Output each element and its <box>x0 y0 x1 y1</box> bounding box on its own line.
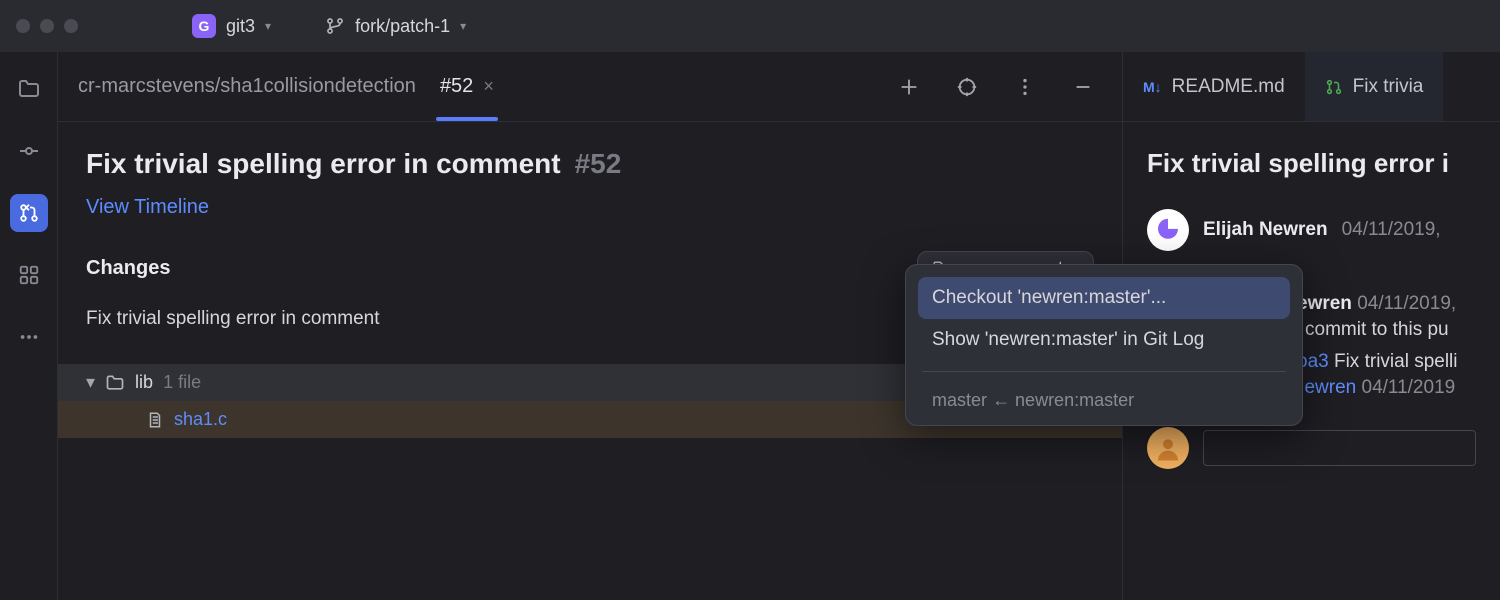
comment-input[interactable] <box>1203 430 1476 466</box>
zoom-dot[interactable] <box>64 19 78 33</box>
commit-line: commit to this pu <box>1305 319 1476 341</box>
branch-selector[interactable]: fork/patch-1 ▾ <box>315 10 476 43</box>
file-name: sha1.c <box>174 409 227 430</box>
pr-number: #52 <box>575 148 622 180</box>
view-timeline-link[interactable]: View Timeline <box>86 196 209 219</box>
markdown-icon: M↓ <box>1143 79 1162 95</box>
author-date: 04/11/2019, <box>1342 219 1441 241</box>
pr-title: Fix trivial spelling error in comment <box>86 148 561 180</box>
rail-commit[interactable] <box>10 132 48 170</box>
plus-icon[interactable] <box>890 76 928 98</box>
right-pr-title: Fix trivial spelling error i <box>1147 148 1476 179</box>
rail-pull-requests[interactable] <box>10 194 48 232</box>
commit-msg-partial: Fix trivial spelli <box>1334 351 1458 372</box>
avatar <box>1147 427 1189 469</box>
kebab-icon[interactable] <box>1006 76 1044 98</box>
close-dot[interactable] <box>16 19 30 33</box>
menu-divider <box>922 371 1286 372</box>
menu-footer: master → newren:master <box>918 382 1290 413</box>
project-selector[interactable]: G git3 ▾ <box>182 8 281 44</box>
author-name-partial: ewren <box>1297 293 1352 314</box>
chevron-down-icon: ▾ <box>265 19 271 33</box>
breadcrumb[interactable]: cr-marcstevens/sha1collisiondetection <box>78 75 416 98</box>
chevron-down-icon: ▾ <box>460 19 466 33</box>
target-icon[interactable] <box>948 76 986 98</box>
folder-name: lib <box>135 372 153 393</box>
avatar <box>1147 209 1189 251</box>
file-icon <box>146 411 164 429</box>
folder-icon <box>105 373 125 393</box>
tab-label: #52 <box>440 75 473 98</box>
tab-label: Fix trivia <box>1353 76 1424 98</box>
author-name[interactable]: Elijah Newren <box>1203 219 1328 241</box>
branch-context-menu: Checkout 'newren:master'... Show 'newren… <box>905 264 1303 426</box>
branch-icon <box>325 16 345 36</box>
activity-bar <box>0 52 58 600</box>
tab-pr-52[interactable]: #52 × <box>436 52 498 121</box>
project-badge: G <box>192 14 216 38</box>
menu-show-git-log[interactable]: Show 'newren:master' in Git Log <box>918 319 1290 361</box>
minimize-dot[interactable] <box>40 19 54 33</box>
right-tabs: M↓ README.md Fix trivia <box>1123 52 1500 122</box>
menu-checkout[interactable]: Checkout 'newren:master'... <box>918 277 1290 319</box>
branch-name: fork/patch-1 <box>355 16 450 37</box>
tab-label: README.md <box>1172 76 1285 98</box>
date-partial: 04/11/2019, <box>1357 293 1456 314</box>
file-count: 1 file <box>163 372 201 393</box>
tab-fix-trivia[interactable]: Fix trivia <box>1305 52 1444 121</box>
pull-request-icon <box>1325 78 1343 96</box>
changes-heading: Changes <box>86 257 170 280</box>
tab-bar: cr-marcstevens/sha1collisiondetection #5… <box>58 52 1122 122</box>
chevron-down-icon: ▾ <box>86 372 95 393</box>
rail-more[interactable] <box>10 318 48 356</box>
minimize-icon[interactable] <box>1064 76 1102 98</box>
window-controls <box>16 19 78 33</box>
rail-folder[interactable] <box>10 70 48 108</box>
titlebar: G git3 ▾ fork/patch-1 ▾ <box>0 0 1500 52</box>
tab-readme[interactable]: M↓ README.md <box>1123 52 1305 121</box>
close-icon[interactable]: × <box>483 76 494 97</box>
project-name: git3 <box>226 16 255 37</box>
commit-date: 04/11/2019 <box>1362 377 1456 398</box>
rail-apps[interactable] <box>10 256 48 294</box>
